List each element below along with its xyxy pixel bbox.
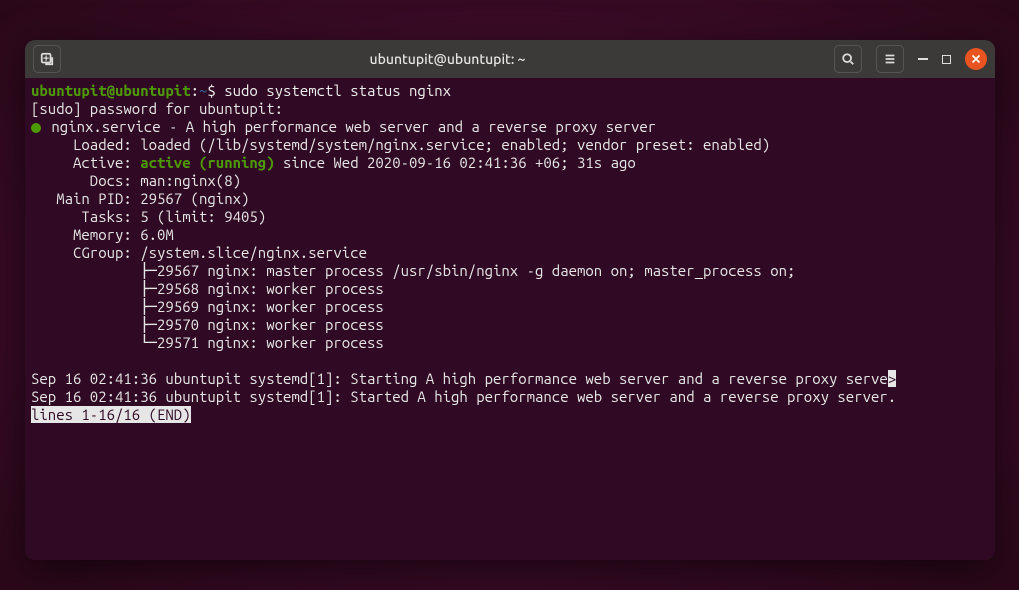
prompt-suffix: $ [207, 82, 224, 99]
terminal-window: ubuntupit@ubuntupit: ~ ubuntupit@ubuntup… [25, 40, 995, 560]
svc-active-rest: since Wed 2020-09-16 02:41:36 +06; 31s a… [275, 154, 636, 171]
prompt-sep: : [191, 82, 199, 99]
svc-cgroup: CGroup: /system.slice/nginx.service [31, 244, 367, 261]
close-button[interactable] [965, 48, 987, 70]
sudo-prompt: [sudo] password for ubuntupit: [31, 100, 283, 117]
window-title: ubuntupit@ubuntupit: ~ [67, 51, 828, 67]
proc-3: ├─29569 nginx: worker process [31, 298, 384, 315]
command-text: sudo systemctl status nginx [224, 82, 451, 99]
svc-mainpid: Main PID: 29567 (nginx) [31, 190, 249, 207]
svc-loaded: Loaded: loaded (/lib/systemd/system/ngin… [31, 136, 770, 153]
svc-header: nginx.service - A high performance web s… [43, 118, 656, 135]
search-button[interactable] [834, 45, 862, 73]
log-line-1: Sep 16 02:41:36 ubuntupit systemd[1]: St… [31, 370, 888, 387]
proc-4: ├─29570 nginx: worker process [31, 316, 384, 333]
prompt-userhost: ubuntupit@ubuntupit [31, 82, 191, 99]
proc-2: ├─29568 nginx: worker process [31, 280, 384, 297]
proc-5: └─29571 nginx: worker process [31, 334, 384, 351]
svc-memory: Memory: 6.0M [31, 226, 174, 243]
hamburger-menu-button[interactable] [876, 45, 904, 73]
svc-tasks: Tasks: 5 (limit: 9405) [31, 208, 266, 225]
titlebar: ubuntupit@ubuntupit: ~ [25, 40, 995, 78]
pager-status: lines 1-16/16 (END) [31, 406, 191, 423]
maximize-button[interactable] [942, 55, 951, 64]
svc-docs: Docs: man:nginx(8) [31, 172, 241, 189]
terminal-output[interactable]: ubuntupit@ubuntupit:~$ sudo systemctl st… [25, 78, 995, 560]
minimize-button[interactable] [918, 58, 928, 60]
log-line-1-trunc: > [888, 370, 896, 387]
status-dot-icon [31, 123, 41, 133]
new-tab-button[interactable] [33, 45, 61, 73]
svc-active-state: active (running) [140, 154, 274, 171]
log-line-2: Sep 16 02:41:36 ubuntupit systemd[1]: St… [31, 388, 896, 405]
proc-1: ├─29567 nginx: master process /usr/sbin/… [31, 262, 795, 279]
svc-active-label: Active: [31, 154, 140, 171]
